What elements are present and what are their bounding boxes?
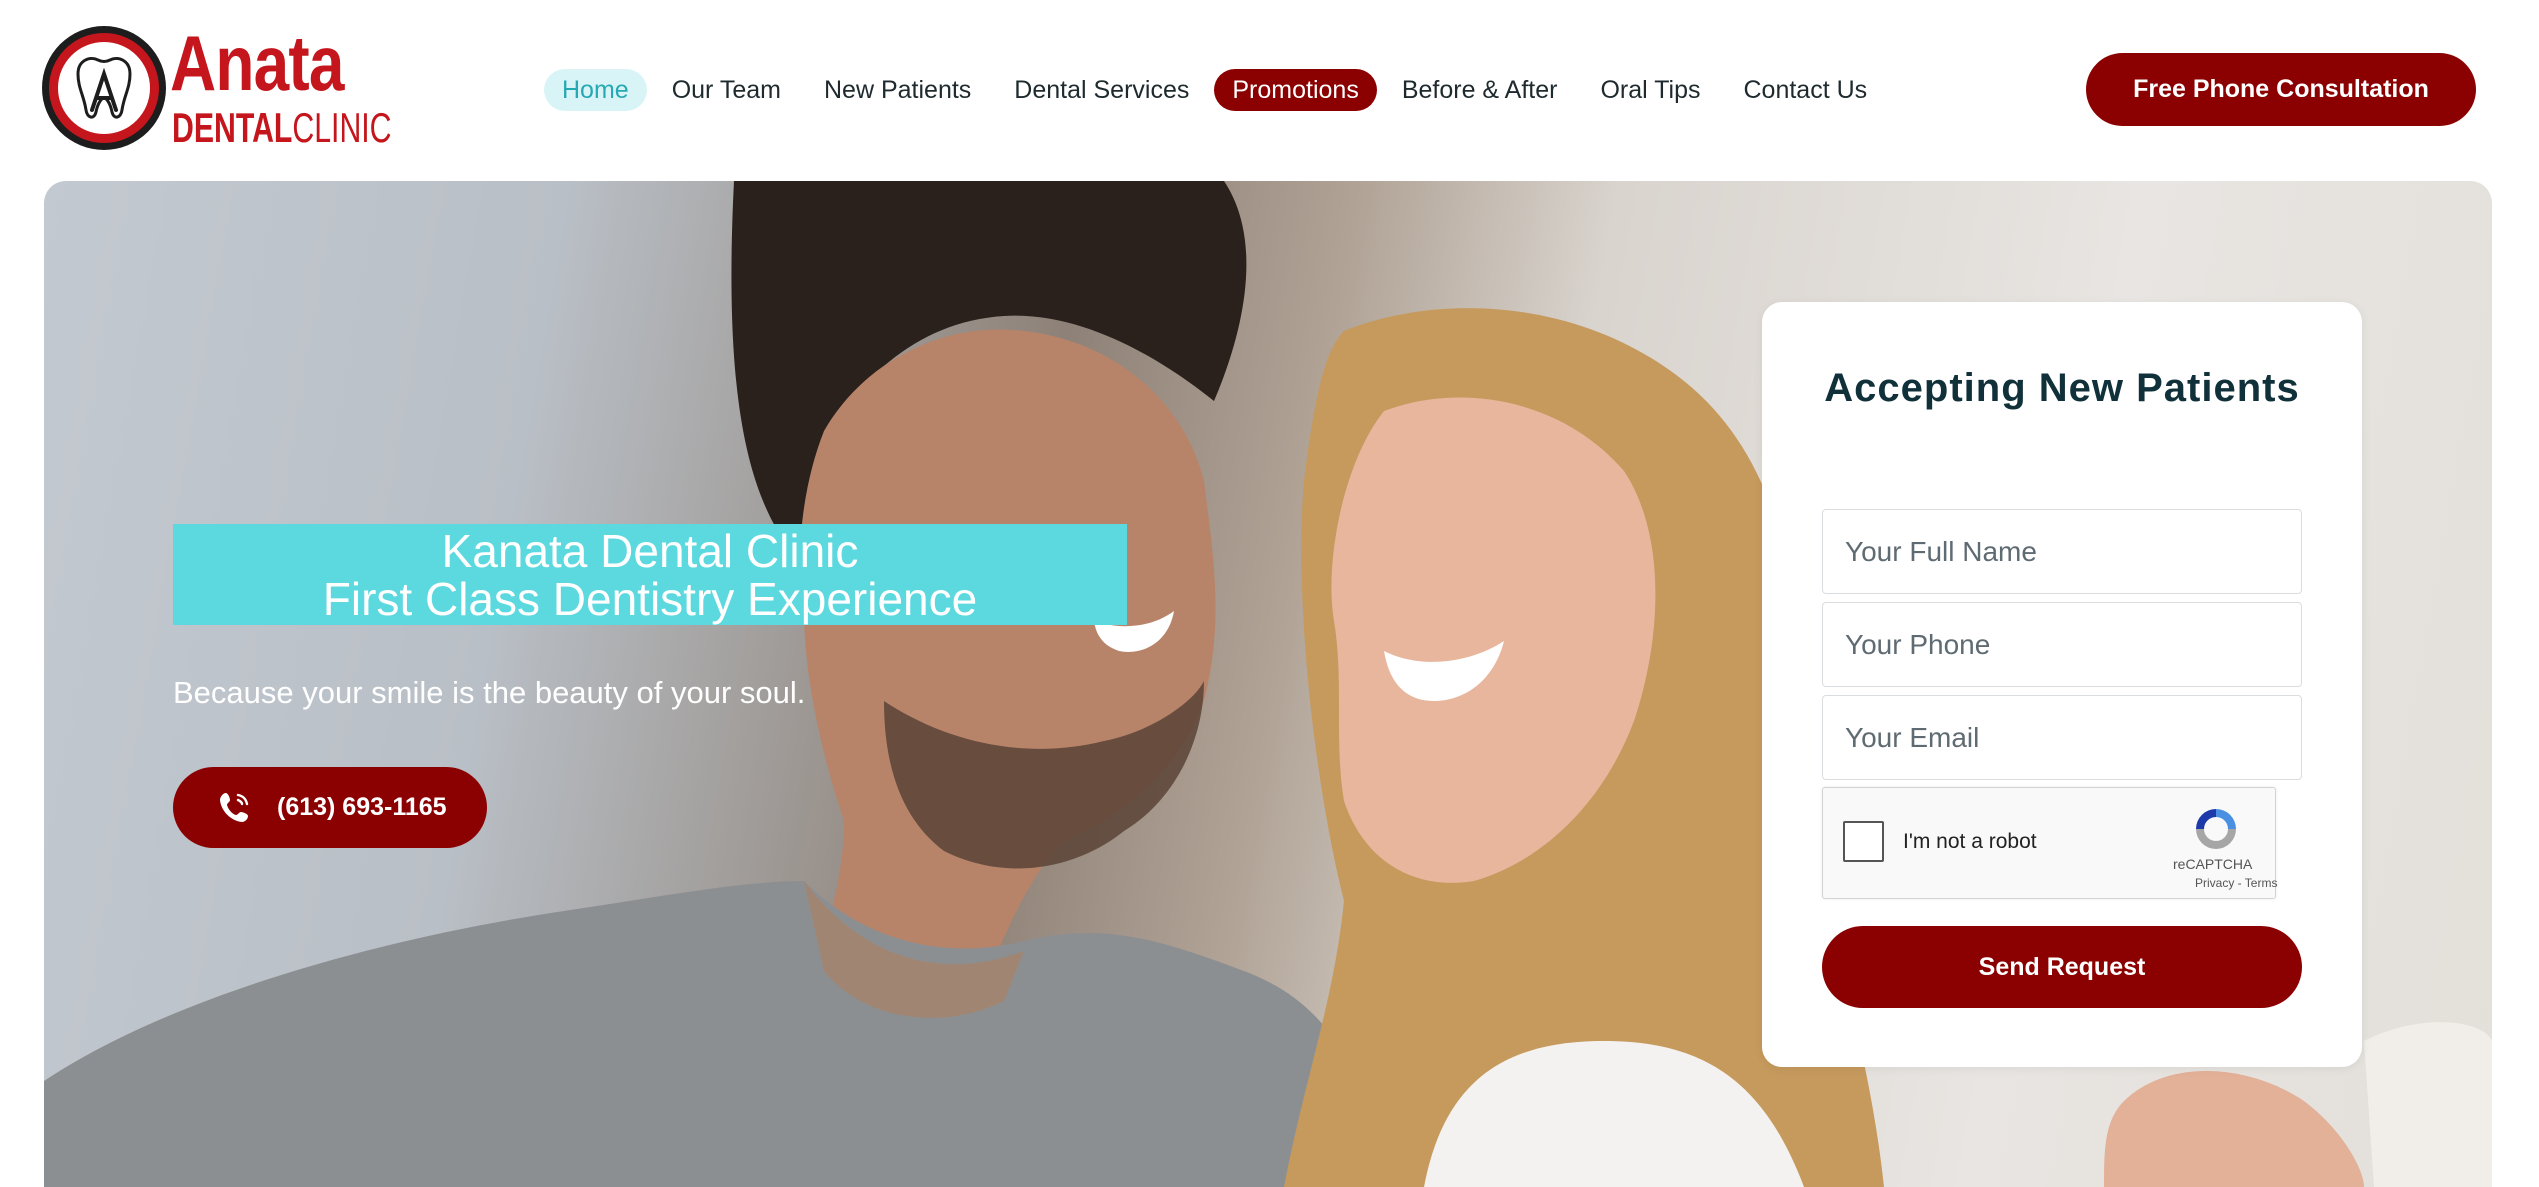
clinic-logo[interactable]: Anata DENTALCLINIC xyxy=(42,19,392,154)
recaptcha-widget: I'm not a robot reCAPTCHA Privacy - Term… xyxy=(1822,787,2277,899)
full-name-input[interactable] xyxy=(1823,510,2301,593)
hero-subtitle: Because your smile is the beauty of your… xyxy=(173,675,806,710)
free-consultation-button[interactable]: Free Phone Consultation xyxy=(2086,53,2476,126)
hero-title-line1: Kanata Dental Clinic xyxy=(441,525,859,577)
tooth-logo-icon xyxy=(42,26,166,150)
recaptcha-checkbox[interactable] xyxy=(1843,821,1884,862)
hero-section: Kanata Dental Clinic First Class Dentist… xyxy=(44,181,2492,1187)
call-phone-button[interactable]: (613) 693-1165 xyxy=(173,767,487,848)
nav-promotions[interactable]: Promotions xyxy=(1214,69,1377,111)
send-request-button[interactable]: Send Request xyxy=(1822,926,2302,1008)
hero-title-line2: First Class Dentistry Experience xyxy=(322,573,978,625)
logo-subwordmark: DENTALCLINIC xyxy=(172,106,392,150)
form-title: Accepting New Patients xyxy=(1824,366,2300,410)
phone-number: (613) 693-1165 xyxy=(277,793,447,821)
nav-our-team[interactable]: Our Team xyxy=(654,69,799,111)
logo-dental-text: DENTAL xyxy=(172,104,293,151)
site-header: Anata DENTALCLINIC Home Our Team New Pat… xyxy=(0,0,2539,180)
nav-oral-tips[interactable]: Oral Tips xyxy=(1582,69,1718,111)
logo-clinic-text: CLINIC xyxy=(292,104,392,151)
hero-title: Kanata Dental Clinic First Class Dentist… xyxy=(173,524,1127,625)
appointment-form: Accepting New Patients I'm not a robot r… xyxy=(1762,302,2362,1067)
nav-before-after[interactable]: Before & After xyxy=(1384,69,1576,111)
nav-dental-services[interactable]: Dental Services xyxy=(996,69,1207,111)
recaptcha-logo-icon xyxy=(2196,809,2236,849)
nav-new-patients[interactable]: New Patients xyxy=(806,69,989,111)
nav-contact-us[interactable]: Contact Us xyxy=(1726,69,1886,111)
nav-home[interactable]: Home xyxy=(544,69,647,111)
email-field[interactable] xyxy=(1822,695,2302,780)
phone-icon xyxy=(220,793,249,822)
logo-wordmark: Anata xyxy=(170,19,344,107)
main-nav: Home Our Team New Patients Dental Servic… xyxy=(544,68,1892,112)
recaptcha-label: I'm not a robot xyxy=(1903,830,2037,853)
recaptcha-brand: reCAPTCHA xyxy=(2173,856,2253,872)
email-input[interactable] xyxy=(1823,696,2301,779)
full-name-field[interactable] xyxy=(1822,509,2302,594)
phone-field[interactable] xyxy=(1822,602,2302,687)
recaptcha-privacy-terms[interactable]: Privacy - Terms xyxy=(2195,876,2277,890)
phone-input[interactable] xyxy=(1823,603,2301,686)
